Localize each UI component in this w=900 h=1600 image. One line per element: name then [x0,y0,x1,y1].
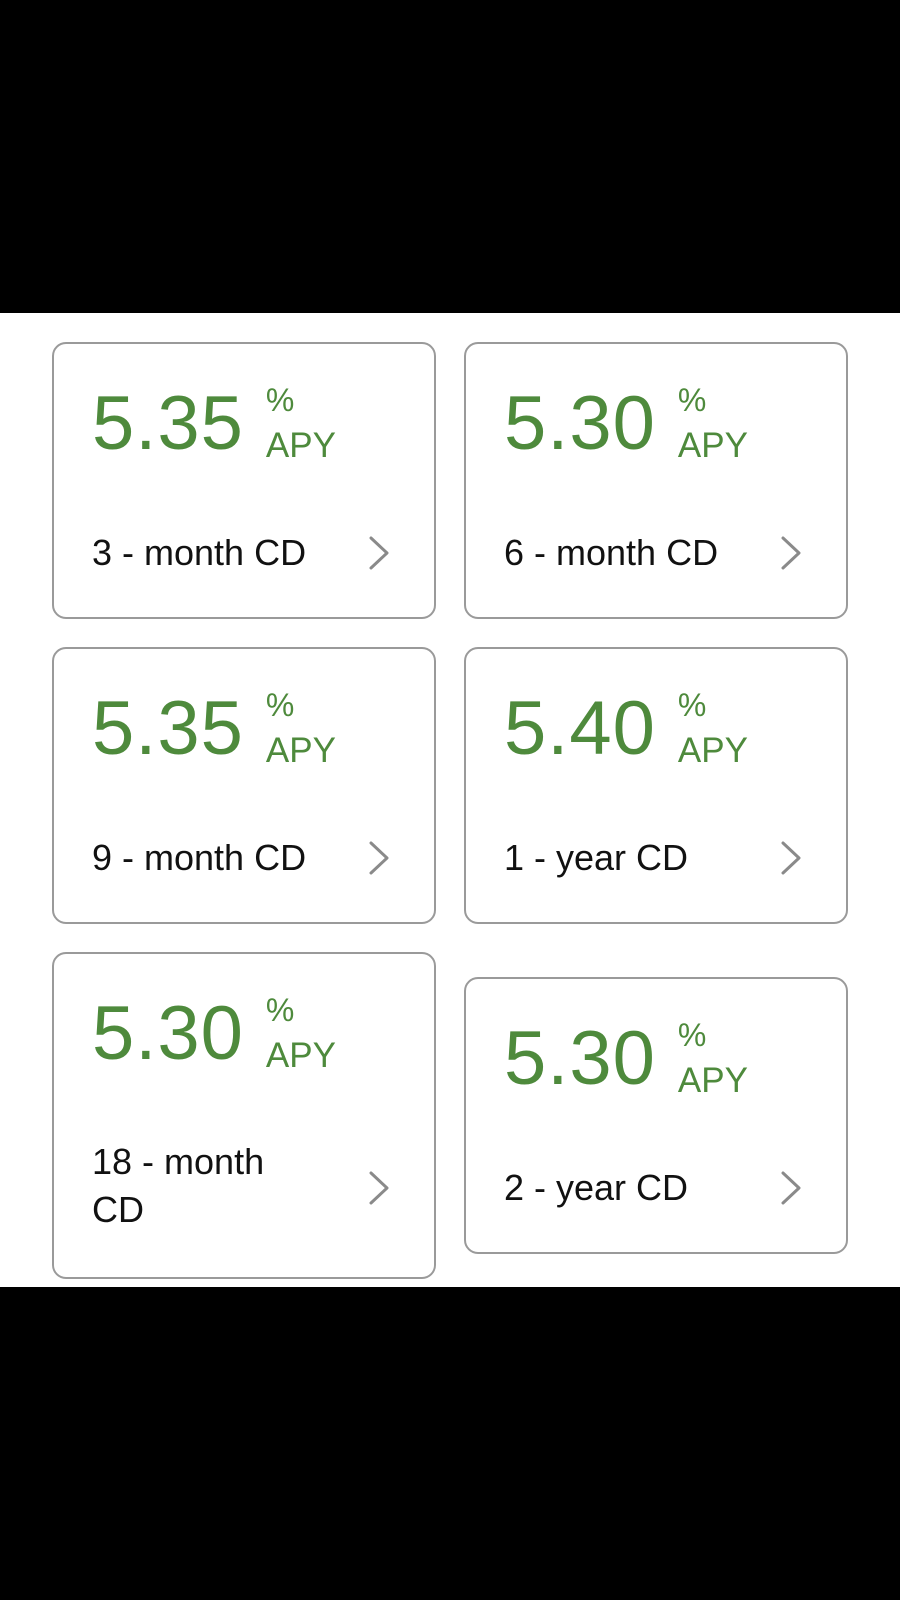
cd-card-18-month[interactable]: 5.30 % APY 18 - month CD [52,952,436,1279]
term-label: 2 - year CD [504,1167,689,1208]
chevron-right-icon [780,840,802,876]
chevron-right-icon [780,535,802,571]
cd-rates-panel: 5.35 % APY 3 - month CD 5.30 % APY 6 - m… [0,313,900,1287]
apy-label: APY [677,1061,748,1100]
rate-value: 5.35 [92,381,244,466]
rate-value: 5.40 [504,686,656,771]
term-label: 18 - month CD [92,1141,265,1230]
chevron-right-icon [780,1170,802,1206]
rate-row: 5.30 % APY [92,991,336,1076]
apy-label: APY [677,426,748,465]
rate-suffix: % APY [265,992,336,1075]
percent-sign: % [677,687,707,723]
percent-sign: % [265,687,295,723]
cd-card-1-year[interactable]: 5.40 % APY 1 - year CD [464,647,848,924]
rate-row: 5.30 % APY [504,381,748,466]
rate-suffix: % APY [265,687,336,770]
rate-row: 5.30 % APY [504,1016,748,1101]
rate-suffix: % APY [677,687,748,770]
chevron-right-icon [368,535,390,571]
cd-card-3-month[interactable]: 5.35 % APY 3 - month CD [52,342,436,619]
apy-label: APY [677,731,748,770]
percent-sign: % [677,382,707,418]
rate-row: 5.35 % APY [92,381,336,466]
term-label: 9 - month CD [92,837,307,878]
rate-value: 5.30 [92,991,244,1076]
rate-suffix: % APY [677,382,748,465]
apy-label: APY [265,1036,336,1075]
rate-suffix: % APY [677,1017,748,1100]
cd-card-2-year[interactable]: 5.30 % APY 2 - year CD [464,977,848,1254]
term-label: 6 - month CD [504,532,719,573]
rate-row: 5.35 % APY [92,686,336,771]
bottom-black-bar [0,1287,900,1600]
term-label: 3 - month CD [92,532,307,573]
rate-value: 5.35 [92,686,244,771]
chevron-right-icon [368,840,390,876]
rate-value: 5.30 [504,1016,656,1101]
term-label: 1 - year CD [504,837,689,878]
rate-value: 5.30 [504,381,656,466]
top-black-bar [0,0,900,313]
rate-suffix: % APY [265,382,336,465]
rate-row: 5.40 % APY [504,686,748,771]
cd-card-9-month[interactable]: 5.35 % APY 9 - month CD [52,647,436,924]
apy-label: APY [265,426,336,465]
chevron-right-icon [368,1170,390,1206]
apy-label: APY [265,731,336,770]
percent-sign: % [265,992,295,1028]
percent-sign: % [265,382,295,418]
cd-card-6-month[interactable]: 5.30 % APY 6 - month CD [464,342,848,619]
percent-sign: % [677,1017,707,1053]
